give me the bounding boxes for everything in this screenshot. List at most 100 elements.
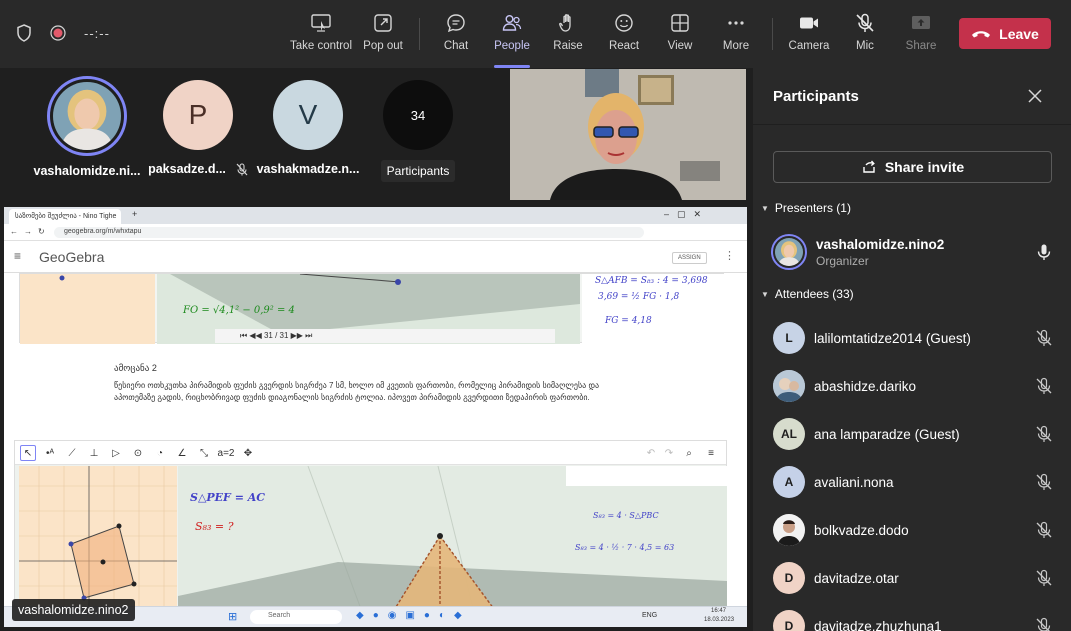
perpendicular-tool-icon[interactable]: ⊥: [86, 445, 102, 461]
move-tool-icon[interactable]: ↖: [20, 445, 36, 461]
participant-text: bolkvadze.dodo: [814, 523, 909, 538]
view-button[interactable]: View: [664, 12, 696, 62]
browser-address-bar: ←→↻ geogebra.org/m/whxtapu: [4, 224, 747, 241]
react-button[interactable]: React: [606, 12, 642, 62]
move-view-tool-icon[interactable]: ✥: [240, 445, 256, 461]
applet2-rhs-2: S₈₃ = 4 · ½ · 7 · 4,5 = 63: [575, 543, 675, 552]
participant-row[interactable]: L lalilomtatidze2014 (Guest): [773, 318, 1053, 358]
mic-off-icon[interactable]: [1035, 617, 1053, 631]
applet1-slide-count: 31 / 31: [263, 331, 289, 340]
avatar: L: [773, 322, 805, 354]
search-icon[interactable]: ⌕: [681, 445, 697, 461]
mic-button[interactable]: Mic: [852, 12, 878, 62]
task-block: ამოცანა 2 წესიერი ოთხკუთხა პირამიდის ფუძ…: [114, 362, 634, 404]
new-tab-icon[interactable]: +: [132, 209, 137, 219]
applet2-formula-1: S△PEF = AC: [190, 491, 266, 504]
angle-tool-icon[interactable]: ∠: [174, 445, 190, 461]
line-tool-icon[interactable]: ⟋: [64, 445, 80, 461]
url-field[interactable]: geogebra.org/m/whxtapu: [54, 227, 644, 238]
applet2-formula-2: S₈₃ = ?: [195, 520, 234, 533]
camera-label: Camera: [788, 40, 830, 52]
mic-off-icon[interactable]: [1035, 569, 1053, 587]
participant-row[interactable]: D davitadze.otar: [773, 558, 1053, 598]
chat-icon: [447, 14, 465, 33]
avatar-initials: AL: [781, 427, 797, 441]
camera-button[interactable]: Camera: [789, 12, 829, 62]
circle-tool-icon[interactable]: ⊙: [130, 445, 146, 461]
mic-off-icon[interactable]: [1035, 521, 1053, 539]
participant-text: davitadze.zhuzhuna1: [814, 619, 942, 631]
pop-out-button[interactable]: Pop out: [362, 12, 404, 62]
shared-screen[interactable]: საზომები შეუძლია - Nino Tighe + –▢✕ ←→↻ …: [4, 207, 747, 627]
undo-icon[interactable]: ↶: [643, 445, 659, 461]
browser-tab-bar: საზომები შეუძლია - Nino Tighe + –▢✕: [4, 207, 747, 224]
share-button[interactable]: Share: [906, 12, 936, 62]
task-title: ამოცანა 2: [114, 363, 157, 373]
presenters-section-header[interactable]: ▼ Presenters (1): [761, 201, 851, 215]
avatar: D: [773, 562, 805, 594]
browser-tab[interactable]: საზომები შეუძლია - Nino Tighe: [9, 209, 121, 224]
mic-icon[interactable]: [1035, 243, 1053, 261]
mic-off-icon[interactable]: [1035, 425, 1053, 443]
participant-row[interactable]: bolkvadze.dodo: [773, 510, 1053, 550]
taskbar-search[interactable]: Search: [250, 610, 342, 624]
hang-up-icon: [972, 30, 991, 37]
mic-off-icon[interactable]: [1035, 377, 1053, 395]
geogebra-applet-1[interactable]: FO = √4,1² − 0,9² = 4 S△AFB = S₈₃ : 4 = …: [19, 273, 725, 344]
slider-tool-icon[interactable]: a=2: [218, 445, 235, 461]
reflect-tool-icon[interactable]: ⤡: [196, 445, 212, 461]
avatar-initials: L: [785, 331, 793, 345]
avatar: P: [163, 80, 233, 150]
participant-role: Organizer: [816, 253, 869, 268]
mic-off-icon[interactable]: [1035, 329, 1053, 347]
panel-title: Participants: [773, 88, 859, 105]
participants-overflow-tile[interactable]: 34 Participants: [380, 80, 456, 182]
presenter-video[interactable]: [510, 69, 746, 200]
participant-text: davitadze.otar: [814, 571, 899, 586]
window-controls-icon[interactable]: –▢✕: [664, 209, 709, 220]
leave-button[interactable]: Leave: [959, 18, 1051, 49]
arc-tool-icon[interactable]: ◔: [152, 445, 168, 461]
share-invite-button[interactable]: Share invite: [773, 151, 1052, 183]
url-text: geogebra.org/m/whxtapu: [64, 228, 142, 235]
participant-text: abashidze.dariko: [814, 379, 916, 394]
avatar-initial: V: [298, 99, 318, 130]
participant-row[interactable]: vashalomidze.nino2 Organizer: [771, 232, 1053, 272]
people-button[interactable]: People: [492, 12, 532, 68]
geogebra-toolbar: ↖ •ᴬ ⟋ ⊥ ▷ ⊙ ◔ ∠ ⤡ a=2 ✥ ↶ ↷ ⌕ ≡: [15, 441, 726, 465]
caret-down-icon: ▼: [761, 203, 769, 213]
taskbar-app-icons[interactable]: ◆●◉▣●◐◆: [356, 610, 471, 621]
mic-off-icon[interactable]: [1035, 473, 1053, 491]
point-tool-icon[interactable]: •ᴬ: [42, 445, 58, 461]
participant-row[interactable]: D davitadze.zhuzhuna1: [773, 606, 1053, 631]
avatar-initials: D: [784, 571, 794, 585]
close-icon[interactable]: [1026, 87, 1044, 105]
menu-icon[interactable]: ≡: [703, 445, 719, 461]
redo-icon[interactable]: ↷: [661, 445, 677, 461]
polygon-tool-icon[interactable]: ▷: [108, 445, 124, 461]
more-vert-icon[interactable]: ⋮: [724, 249, 735, 262]
shield-icon[interactable]: [16, 24, 32, 42]
participant-tile[interactable]: P paksadze.d...: [148, 80, 248, 176]
chat-button[interactable]: Chat: [440, 12, 472, 62]
nav-arrows-icon[interactable]: ←→↻: [10, 227, 51, 236]
attendees-section-header[interactable]: ▼ Attendees (33): [761, 287, 854, 301]
applet1-slide-nav[interactable]: ⏮ ◀◀ 31 / 31 ▶▶ ⏭: [240, 331, 312, 341]
react-label: React: [608, 40, 640, 52]
task-text: წესიერი ოთხკუთხა პირამიდის ფუძის გვერდის…: [114, 381, 600, 402]
windows-start-icon[interactable]: ⊞: [228, 610, 237, 623]
camera-icon: [800, 17, 818, 29]
raise-hand-button[interactable]: Raise: [552, 12, 584, 62]
geogebra-logo: GeoGebra: [39, 249, 105, 265]
taskbar-lang: ENG: [642, 612, 658, 619]
participant-row[interactable]: abashidze.dariko: [773, 366, 1053, 406]
take-control-button[interactable]: Take control: [290, 12, 352, 62]
participant-row[interactable]: A avaliani.nona: [773, 462, 1053, 502]
assign-button[interactable]: ASSIGN: [672, 252, 707, 264]
participant-text: lalilomtatidze2014 (Guest): [814, 331, 971, 346]
participant-tile[interactable]: V vashakmadze.n...: [257, 80, 359, 176]
more-button[interactable]: More: [720, 12, 752, 62]
participant-tile[interactable]: vashalomidze.ni...: [34, 76, 141, 178]
participant-row[interactable]: AL ana lamparadze (Guest): [773, 414, 1053, 454]
hamburger-menu-icon[interactable]: ≡: [14, 249, 21, 263]
